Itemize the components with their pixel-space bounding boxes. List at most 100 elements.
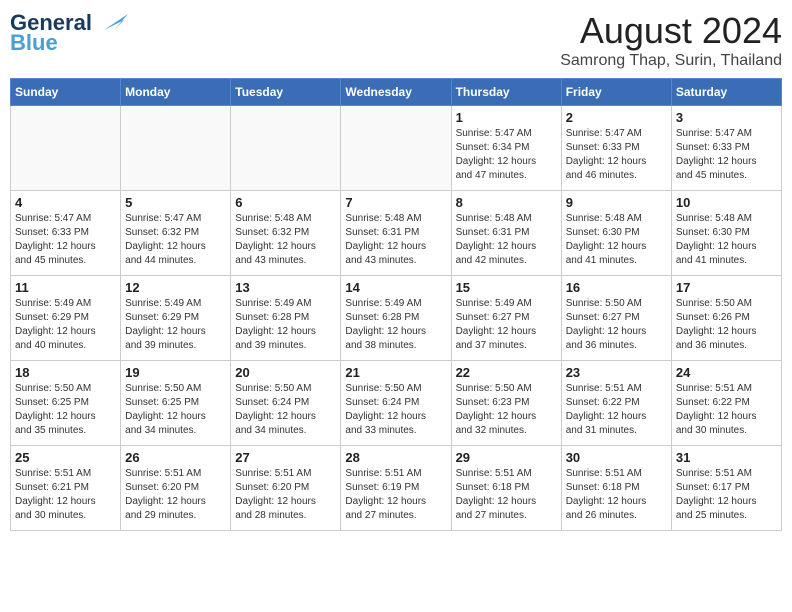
day-number: 3 [676,110,777,125]
day-of-week-header: Friday [561,79,671,106]
day-number: 18 [15,365,116,380]
calendar-cell: 29 Sunrise: 5:51 AM Sunset: 6:18 PM Dayli… [451,446,561,531]
day-number: 16 [566,280,667,295]
calendar-cell: 6Sunrise: 5:48 AM Sunset: 6:32 PM Daylig… [231,191,341,276]
day-number: 5 [125,195,226,210]
location-subtitle: Samrong Thap, Surin, Thailand [560,52,782,70]
calendar-header-row: SundayMondayTuesdayWednesdayThursdayFrid… [11,79,782,106]
calendar-week-row: 25 Sunrise: 5:51 AM Sunset: 6:21 PM Dayli… [11,446,782,531]
day-number: 20 [235,365,336,380]
day-number: 9 [566,195,667,210]
day-number: 23 [566,365,667,380]
calendar-cell [341,106,451,191]
day-info: Sunrise: 5:47 AM Sunset: 6:34 PM Dayligh… [456,127,557,183]
day-info: Sunrise: 5:49 AM Sunset: 6:27 PM Dayligh… [456,297,557,353]
calendar-cell: 30 Sunrise: 5:51 AM Sunset: 6:18 PM Dayli… [561,446,671,531]
calendar-cell: 25 Sunrise: 5:51 AM Sunset: 6:21 PM Dayli… [11,446,121,531]
calendar-cell: 5 Sunrise: 5:47 AM Sunset: 6:32 PM Daylig… [121,191,231,276]
day-of-week-header: Sunday [11,79,121,106]
day-number: 30 [566,450,667,465]
day-info: Sunrise: 5:51 AM Sunset: 6:18 PM Dayligh… [566,467,667,523]
day-number: 27 [235,450,336,465]
calendar-table: SundayMondayTuesdayWednesdayThursdayFrid… [10,78,782,531]
calendar-week-row: 1Sunrise: 5:47 AM Sunset: 6:34 PM Daylig… [11,106,782,191]
calendar-week-row: 4 Sunrise: 5:47 AM Sunset: 6:33 PM Daylig… [11,191,782,276]
calendar-cell [121,106,231,191]
calendar-cell: 16 Sunrise: 5:50 AM Sunset: 6:27 PM Dayli… [561,276,671,361]
day-info: Sunrise: 5:49 AM Sunset: 6:29 PM Dayligh… [15,297,116,353]
calendar-week-row: 18 Sunrise: 5:50 AM Sunset: 6:25 PM Dayli… [11,361,782,446]
calendar-cell: 8 Sunrise: 5:48 AM Sunset: 6:31 PM Daylig… [451,191,561,276]
day-number: 14 [345,280,446,295]
day-of-week-header: Wednesday [341,79,451,106]
day-number: 31 [676,450,777,465]
calendar-cell: 31 Sunrise: 5:51 AM Sunset: 6:17 PM Dayli… [671,446,781,531]
day-info: Sunrise: 5:50 AM Sunset: 6:27 PM Dayligh… [566,297,667,353]
calendar-cell: 15 Sunrise: 5:49 AM Sunset: 6:27 PM Dayli… [451,276,561,361]
page-header: General Blue August 2024 Samrong Thap, S… [10,10,782,70]
logo: General Blue [10,10,128,56]
day-number: 28 [345,450,446,465]
day-number: 4 [15,195,116,210]
day-number: 19 [125,365,226,380]
month-year-title: August 2024 [560,10,782,52]
calendar-cell: 19 Sunrise: 5:50 AM Sunset: 6:25 PM Dayli… [121,361,231,446]
day-of-week-header: Thursday [451,79,561,106]
day-info: Sunrise: 5:50 AM Sunset: 6:25 PM Dayligh… [125,382,226,438]
day-info: Sunrise: 5:51 AM Sunset: 6:18 PM Dayligh… [456,467,557,523]
day-info: Sunrise: 5:50 AM Sunset: 6:23 PM Dayligh… [456,382,557,438]
day-info: Sunrise: 5:51 AM Sunset: 6:17 PM Dayligh… [676,467,777,523]
calendar-cell: 26Sunrise: 5:51 AM Sunset: 6:20 PM Dayli… [121,446,231,531]
day-info: Sunrise: 5:48 AM Sunset: 6:31 PM Dayligh… [345,212,446,268]
day-info: Sunrise: 5:51 AM Sunset: 6:20 PM Dayligh… [125,467,226,523]
day-number: 8 [456,195,557,210]
calendar-cell: 7 Sunrise: 5:48 AM Sunset: 6:31 PM Daylig… [341,191,451,276]
day-of-week-header: Saturday [671,79,781,106]
calendar-cell: 24Sunrise: 5:51 AM Sunset: 6:22 PM Dayli… [671,361,781,446]
day-of-week-header: Tuesday [231,79,341,106]
calendar-cell: 2 Sunrise: 5:47 AM Sunset: 6:33 PM Daylig… [561,106,671,191]
calendar-cell: 10Sunrise: 5:48 AM Sunset: 6:30 PM Dayli… [671,191,781,276]
calendar-cell: 11Sunrise: 5:49 AM Sunset: 6:29 PM Dayli… [11,276,121,361]
day-info: Sunrise: 5:51 AM Sunset: 6:22 PM Dayligh… [676,382,777,438]
day-info: Sunrise: 5:47 AM Sunset: 6:33 PM Dayligh… [676,127,777,183]
day-info: Sunrise: 5:51 AM Sunset: 6:20 PM Dayligh… [235,467,336,523]
calendar-cell: 12Sunrise: 5:49 AM Sunset: 6:29 PM Dayli… [121,276,231,361]
day-number: 6 [235,195,336,210]
calendar-cell: 17 Sunrise: 5:50 AM Sunset: 6:26 PM Dayli… [671,276,781,361]
day-number: 21 [345,365,446,380]
calendar-cell: 9 Sunrise: 5:48 AM Sunset: 6:30 PM Daylig… [561,191,671,276]
day-number: 22 [456,365,557,380]
day-info: Sunrise: 5:51 AM Sunset: 6:22 PM Dayligh… [566,382,667,438]
day-info: Sunrise: 5:48 AM Sunset: 6:30 PM Dayligh… [566,212,667,268]
calendar-cell: 18 Sunrise: 5:50 AM Sunset: 6:25 PM Dayli… [11,361,121,446]
calendar-cell: 22 Sunrise: 5:50 AM Sunset: 6:23 PM Dayli… [451,361,561,446]
calendar-cell: 23 Sunrise: 5:51 AM Sunset: 6:22 PM Dayli… [561,361,671,446]
day-info: Sunrise: 5:51 AM Sunset: 6:19 PM Dayligh… [345,467,446,523]
calendar-title-area: August 2024 Samrong Thap, Surin, Thailan… [560,10,782,70]
day-number: 13 [235,280,336,295]
calendar-week-row: 11Sunrise: 5:49 AM Sunset: 6:29 PM Dayli… [11,276,782,361]
day-info: Sunrise: 5:50 AM Sunset: 6:25 PM Dayligh… [15,382,116,438]
logo-bird-icon [96,12,128,34]
day-info: Sunrise: 5:50 AM Sunset: 6:24 PM Dayligh… [345,382,446,438]
day-info: Sunrise: 5:51 AM Sunset: 6:21 PM Dayligh… [15,467,116,523]
calendar-cell: 4 Sunrise: 5:47 AM Sunset: 6:33 PM Daylig… [11,191,121,276]
calendar-cell [231,106,341,191]
day-number: 29 [456,450,557,465]
day-info: Sunrise: 5:47 AM Sunset: 6:33 PM Dayligh… [15,212,116,268]
day-number: 12 [125,280,226,295]
calendar-cell: 20Sunrise: 5:50 AM Sunset: 6:24 PM Dayli… [231,361,341,446]
day-info: Sunrise: 5:48 AM Sunset: 6:31 PM Dayligh… [456,212,557,268]
day-number: 17 [676,280,777,295]
day-info: Sunrise: 5:47 AM Sunset: 6:33 PM Dayligh… [566,127,667,183]
day-info: Sunrise: 5:50 AM Sunset: 6:26 PM Dayligh… [676,297,777,353]
day-number: 15 [456,280,557,295]
day-of-week-header: Monday [121,79,231,106]
day-info: Sunrise: 5:47 AM Sunset: 6:32 PM Dayligh… [125,212,226,268]
day-number: 25 [15,450,116,465]
day-number: 7 [345,195,446,210]
calendar-cell [11,106,121,191]
day-number: 2 [566,110,667,125]
day-info: Sunrise: 5:48 AM Sunset: 6:30 PM Dayligh… [676,212,777,268]
